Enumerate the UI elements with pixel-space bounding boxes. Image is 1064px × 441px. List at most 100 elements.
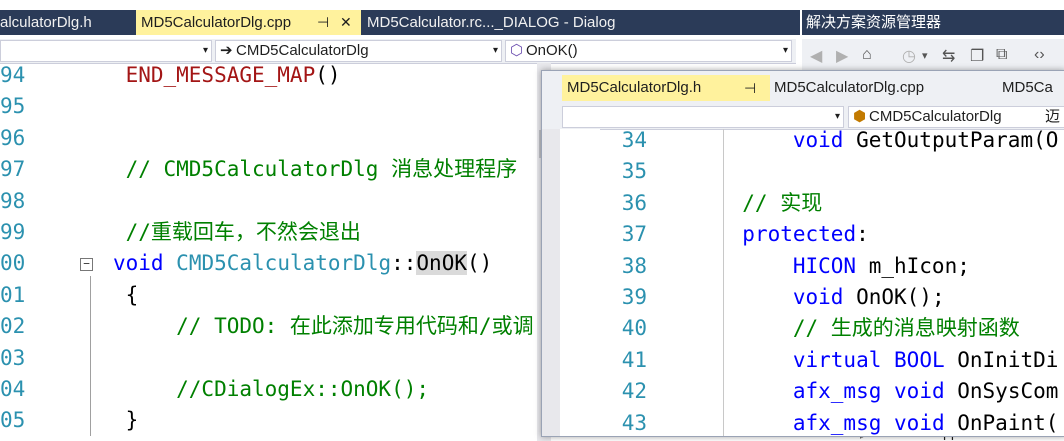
line-number: 99 [0,220,26,244]
class-dropdown[interactable]: ➔ CMD5CalculatorDlg ▾ [215,40,502,62]
line-number: 40 [621,316,647,341]
arrow-right-icon: ➔ [220,42,233,59]
collapse-all-icon[interactable]: ❐ [970,46,984,66]
code-line[interactable]: 99 //重载回车，不然会退出 [0,217,361,248]
code-line[interactable]: 37 protected: [597,219,869,250]
code-token: void [792,128,844,152]
floating-editor-window[interactable]: MD5CalculatorDlg.h ⊣ MD5CalculatorDlg.cp… [541,70,1064,437]
tab-label: MD5Calculator.rc..._DIALOG - Dialog [367,14,616,31]
line-number: 38 [621,253,647,278]
code-token: m_hIcon; [856,253,970,278]
project-scope-dropdown[interactable]: ▾ [0,40,212,62]
fold-guide-line [90,276,91,436]
line-number: 39 [621,285,647,309]
code-line[interactable]: 04 //CDialogEx::OnOK(); [0,374,429,405]
code-line[interactable]: 43 afx_msg void OnPaint( [597,408,1059,436]
code-view-icon[interactable]: ‹› [1034,46,1045,64]
code-line[interactable]: 02 // TODO: 在此添加专用代码和/或调 [0,311,534,342]
code-token: afx_msg [792,379,882,404]
line-number: 04 [0,377,26,401]
code-text: //CDialogEx::OnOK(); [75,374,429,405]
tab-md5calculatordlg-h[interactable]: MD5CalculatorDlg.h ⊣ [562,75,770,101]
code-line[interactable]: 34 void GetOutputParam(O [597,125,1059,156]
code-text: // CMD5CalculatorDlg 消息处理程序 [75,154,518,185]
code-token: virtual [792,347,882,372]
code-line[interactable]: 96 [0,123,75,154]
pin-icon[interactable]: ⊣ [317,10,329,35]
tab-md5calculatordlg-cpp[interactable]: MD5CalculatorDlg.cpp ⊣ ✕ [136,10,361,35]
home-icon[interactable]: ⌂ [862,46,872,64]
code-token: // 生成的消息映射函数 [717,316,1020,341]
code-text: afx_msg void OnSysCom [717,376,1059,407]
code-line[interactable]: 41 virtual BOOL OnInitDi [597,345,1059,376]
code-line[interactable]: 01 { [0,280,138,311]
floating-code-editor[interactable]: 34 void GetOutputParam(O 35 36 // 实现 37 pro… [597,125,1064,436]
code-token: } [75,408,139,433]
tab-label: alculatorDlg.h [0,14,92,31]
floating-tab-overflow[interactable] [542,82,560,105]
code-line[interactable]: 38 HICON m_hIcon; [597,251,970,282]
main-code-editor[interactable]: 94 END_MESSAGE_MAP() 95 96 97 // CMD5Calcul… [0,60,540,441]
code-line[interactable]: 97 // CMD5CalculatorDlg 消息处理程序 [0,154,517,185]
member-dropdown[interactable]: ⬡ OnOK() ▾ [505,40,792,62]
code-token: () [315,63,341,87]
code-token: BOOL [894,347,945,372]
tab-md5calculatordlg-cpp[interactable]: MD5CalculatorDlg.cpp [774,75,974,101]
code-line[interactable]: 36 // 实现 [597,188,823,219]
tab-md5calculator[interactable]: MD5Ca [1002,75,1064,101]
code-token: afx_msg [792,410,882,435]
back-icon[interactable]: ◀ [810,46,822,66]
tab-md5calculator-rc-dialog[interactable]: MD5Calculator.rc..._DIALOG - Dialog [367,10,667,35]
line-number: 96 [0,125,26,150]
forward-icon[interactable]: ▶ [836,46,848,66]
line-number: 05 [0,408,26,433]
code-token: () [466,251,493,276]
code-token: OnPaint( [944,410,1059,435]
code-line[interactable]: 03 [0,343,75,374]
line-number: 34 [621,128,647,152]
code-token: // CMD5CalculatorDlg 消息处理程序 [75,157,518,182]
code-text: { [75,280,139,311]
close-icon[interactable]: ✕ [340,10,352,35]
chevron-down-icon[interactable]: ▾ [922,49,928,62]
code-line[interactable]: 98 [0,186,75,217]
code-text: END_MESSAGE_MAP() [75,60,341,91]
code-token: //CDialogEx::OnOK(); [75,377,430,401]
code-line[interactable]: 42 afx_msg void OnSysCom [597,376,1059,407]
code-line[interactable]: 94 END_MESSAGE_MAP() [0,60,341,91]
tab-md5calculatordlg-h[interactable]: alculatorDlg.h [0,10,130,35]
code-line[interactable]: 35 [597,156,717,187]
line-number: 94 [0,63,26,87]
method-icon: ⬡ [510,42,524,59]
copy-icon[interactable]: ⧉ [996,46,1007,64]
code-line[interactable]: 40 // 生成的消息映射函数 [597,313,1020,344]
code-line[interactable]: 39 void OnOK(); [597,282,945,313]
chevron-down-icon: ▾ [834,111,840,122]
tab-label: MD5CalculatorDlg.cpp [141,14,292,31]
code-token: : [856,222,869,247]
sync-icon[interactable]: ⇆ [942,46,955,66]
collapse-toggle-icon[interactable]: − [80,258,93,271]
line-number: 37 [621,222,647,247]
history-icon[interactable]: ◷ [902,46,916,66]
code-line[interactable]: 05 } [0,405,138,436]
floating-tab-bar: MD5CalculatorDlg.h ⊣ MD5CalculatorDlg.cp… [542,71,1064,105]
code-token: void [792,285,844,309]
line-number: 02 [0,314,26,339]
pin-icon[interactable]: ⊣ [744,75,756,101]
solution-explorer-title-bar: 解决方案资源管理器 [802,10,1064,35]
code-token: END_MESSAGE_MAP [75,63,316,87]
class-dropdown-extra: 迈 [1045,108,1061,125]
code-line[interactable]: 95 [0,91,75,122]
code-line[interactable]: 00 void CMD5CalculatorDlg::OnOK() [0,248,492,279]
class-dropdown-value: CMD5CalculatorDlg [869,108,1002,125]
code-text: HICON m_hIcon; [717,251,970,282]
line-number: 35 [621,159,647,184]
floating-vertical-scrollbar[interactable] [542,129,560,436]
